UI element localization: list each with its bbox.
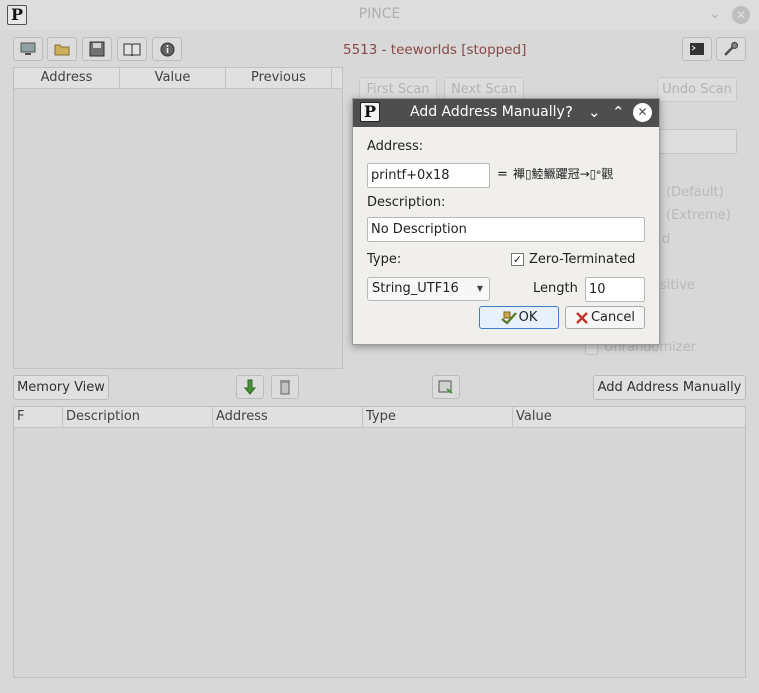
maximize-icon[interactable]: ⌃ (612, 103, 625, 121)
memory-view-button[interactable]: Memory View (13, 375, 109, 400)
dialog-titlebar[interactable]: P Add Address Manually ? ⌄ ⌃ ✕ (353, 99, 659, 127)
save-button[interactable] (82, 37, 112, 61)
open-button[interactable] (47, 37, 77, 61)
book-icon (123, 43, 141, 56)
delete-button[interactable] (271, 375, 299, 399)
column-header-type[interactable]: Type (363, 407, 513, 428)
column-header-frozen[interactable]: F (14, 407, 63, 428)
dialog-logo: P (360, 102, 380, 122)
dialog-title: Add Address Manually (410, 104, 565, 120)
column-header-value[interactable]: Value (513, 407, 745, 428)
column-header-description[interactable]: Description (63, 407, 213, 428)
type-label: Type: (367, 252, 402, 267)
trash-icon (280, 380, 290, 395)
info-icon (160, 42, 174, 56)
address-table-header: F Description Address Type Value (14, 407, 745, 428)
undo-scan-button[interactable]: Undo Scan (657, 77, 737, 102)
help-icon[interactable]: ? (565, 103, 573, 121)
length-input[interactable]: 10 (585, 277, 645, 302)
terminal-icon (690, 43, 704, 55)
folder-icon (54, 44, 70, 56)
zero-terminated-label: Zero-Terminated (529, 252, 636, 267)
column-header-address[interactable]: Address (14, 68, 120, 89)
wrench-icon (724, 41, 739, 56)
add-address-manually-button[interactable]: Add Address Manually (593, 375, 746, 400)
minimize-icon[interactable]: ⌄ (588, 103, 601, 121)
copy-to-table-button[interactable] (236, 375, 264, 399)
cancel-button[interactable]: Cancel (565, 306, 645, 329)
add-address-dialog: P Add Address Manually ? ⌄ ⌃ ✕ Address: … (352, 98, 660, 345)
cancel-icon (576, 311, 588, 324)
scan-results-table[interactable]: Address Value Previous (13, 67, 343, 369)
scan-results-header: Address Value Previous (14, 68, 342, 89)
column-header-previous[interactable]: Previous (226, 68, 332, 89)
address-table[interactable]: F Description Address Type Value (13, 406, 746, 678)
close-icon[interactable]: ✕ (732, 6, 750, 24)
scan-option-default: (Default) (666, 185, 724, 200)
arrow-down-icon (244, 379, 256, 395)
minimize-icon[interactable]: ⌄ (709, 6, 721, 22)
length-label: Length (533, 281, 578, 296)
main-titlebar: P PINCE ⌄ ✕ (0, 0, 759, 30)
settings-button[interactable] (716, 37, 746, 61)
libpince-button[interactable] (117, 37, 147, 61)
description-label: Description: (367, 195, 446, 210)
dialog-close-icon[interactable]: ✕ (633, 103, 652, 122)
about-button[interactable] (152, 37, 182, 61)
address-input[interactable]: printf+0x18 (367, 163, 490, 188)
save-icon (89, 41, 105, 57)
type-dropdown-value: String_UTF16 (372, 281, 459, 296)
ok-label: OK (518, 310, 538, 325)
refresh-table-button[interactable] (432, 375, 460, 399)
address-label: Address: (367, 139, 424, 154)
attach-process-button[interactable] (13, 37, 43, 61)
chevron-down-icon: ▼ (476, 284, 483, 293)
computer-icon (20, 42, 36, 55)
table-refresh-icon (438, 380, 453, 394)
address-result: 襌▯鯥鱖躣冠→▯ᵉ觀 (513, 167, 614, 181)
ok-button[interactable]: OK (479, 306, 559, 329)
column-header-value[interactable]: Value (120, 68, 226, 89)
zero-terminated-checkbox[interactable]: ✓ (511, 253, 524, 266)
description-input[interactable]: No Description (367, 217, 645, 242)
case-sensitive-partial: sitive (660, 278, 695, 293)
scan-option-partial: d (662, 232, 671, 247)
console-button[interactable] (682, 37, 712, 61)
scan-option-extreme: (Extreme) (666, 208, 731, 223)
cancel-label: Cancel (590, 310, 636, 325)
equals-sign: = (497, 167, 508, 182)
type-dropdown[interactable]: String_UTF16 ▼ (367, 277, 490, 301)
process-title: 5513 - teeworlds [stopped] (343, 42, 527, 58)
ok-icon (500, 311, 517, 325)
app-title: PINCE (358, 6, 401, 22)
column-header-address[interactable]: Address (213, 407, 363, 428)
